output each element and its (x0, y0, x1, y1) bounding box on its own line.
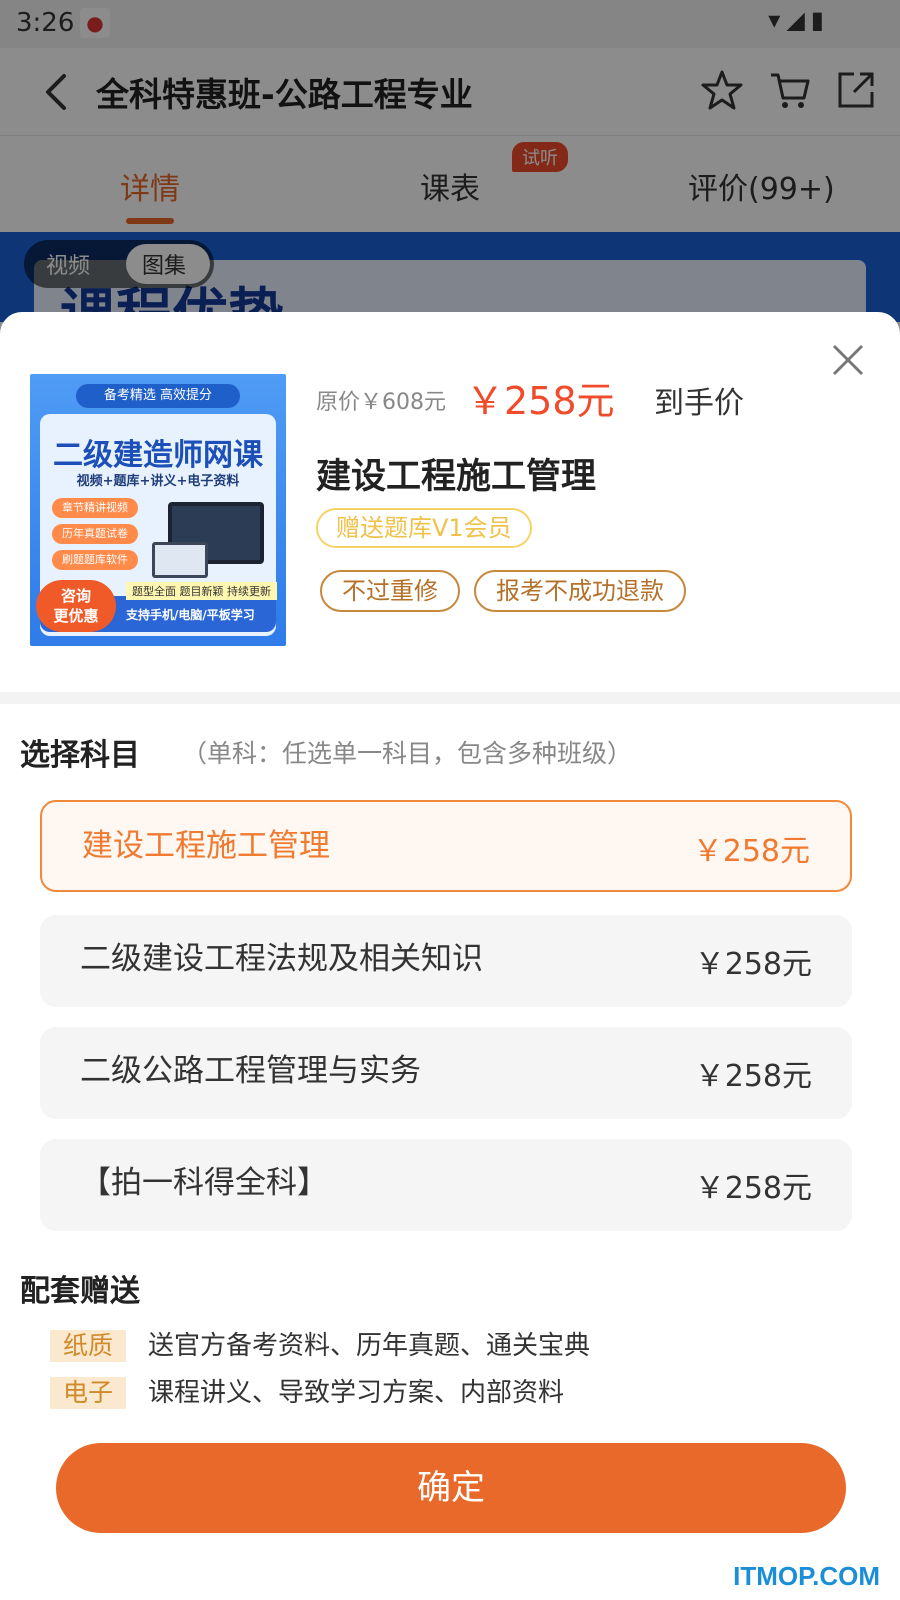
subject-option-price: ￥258元 (694, 1171, 812, 1206)
spec-selection-sheet: 备考精选 高效提分 二级建造师网课 视频+题库+讲义+电子资料 章节精讲视频 历… (0, 312, 900, 1600)
product-image-badge: 咨询 更优惠 (36, 580, 116, 632)
gift-text: 送官方备考资料、历年真题、通关宝典 (148, 1331, 591, 1361)
subject-option-name: 二级建设工程法规及相关知识 (80, 941, 483, 977)
subject-option-price: ￥258元 (694, 1059, 812, 1094)
promise-tag: 不过重修 (320, 570, 460, 612)
gift-text: 课程讲义、导致学习方案、内部资料 (148, 1378, 565, 1408)
sale-price: ￥258元 (466, 379, 615, 423)
product-image-feature: 历年真题试卷 (52, 524, 138, 544)
subject-option-name: 建设工程施工管理 (82, 828, 330, 864)
product-image-strip: 题型全面 题目新颖 持续更新 (126, 582, 277, 600)
subject-option[interactable]: 二级建设工程法规及相关知识 ￥258元 (40, 915, 852, 1007)
product-image-feature: 刷题题库软件 (52, 550, 138, 570)
watermark: ITMOP.COM (733, 1561, 880, 1591)
subject-option[interactable]: 建设工程施工管理 ￥258元 (40, 800, 852, 892)
subject-option[interactable]: 【拍一科得全科】 ￥258元 (40, 1139, 852, 1231)
close-icon[interactable] (828, 340, 868, 380)
product-image-subtitle: 视频+题库+讲义+电子资料 (76, 474, 240, 489)
subject-option[interactable]: 二级公路工程管理与实务 ￥258元 (40, 1027, 852, 1119)
select-subject-title: 选择科目 (20, 738, 140, 773)
promise-tag: 报考不成功退款 (474, 570, 686, 612)
product-image-feature: 章节精讲视频 (52, 498, 138, 518)
subject-option-price: ￥258元 (692, 834, 810, 869)
course-name: 建设工程施工管理 (316, 457, 597, 497)
laptop-illustration (152, 542, 208, 578)
section-divider (0, 692, 900, 704)
product-image: 备考精选 高效提分 二级建造师网课 视频+题库+讲义+电子资料 章节精讲视频 历… (30, 374, 286, 646)
product-image-top-text: 备考精选 高效提分 (76, 384, 240, 408)
subject-option-name: 【拍一科得全科】 (80, 1165, 328, 1201)
gift-badge: 赠送题库V1会员 (316, 508, 532, 548)
final-price-label: 到手价 (654, 386, 744, 421)
gift-tag: 纸质 (50, 1330, 126, 1362)
product-image-footer: 支持手机/电脑/平板学习 (126, 608, 255, 622)
subject-option-price: ￥258元 (694, 947, 812, 982)
product-image-title: 二级建造师网课 (53, 438, 263, 473)
select-subject-note: （单科：任选单一科目，包含多种班级） (182, 739, 633, 768)
subject-option-name: 二级公路工程管理与实务 (80, 1053, 421, 1089)
confirm-button[interactable]: 确定 (56, 1443, 846, 1533)
gift-tag: 电子 (50, 1377, 126, 1409)
gifts-title: 配套赠送 (20, 1274, 140, 1309)
original-price: 原价￥608元 (316, 390, 446, 415)
